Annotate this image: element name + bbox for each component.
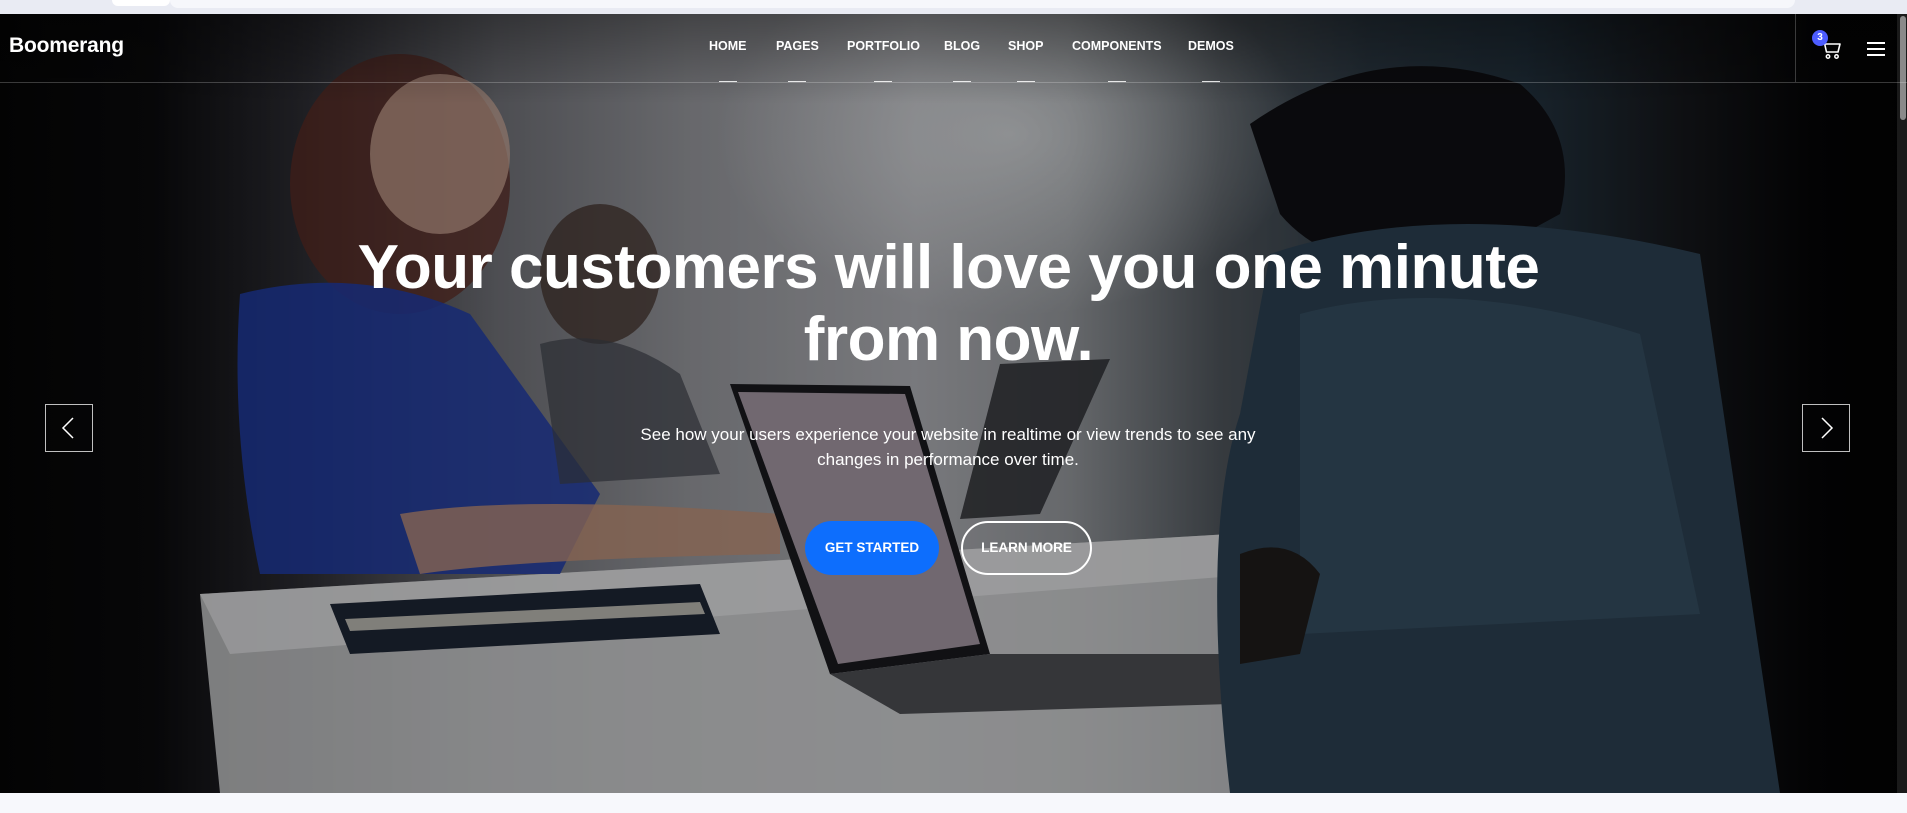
nav-indicator (953, 81, 972, 82)
cart-button[interactable]: 3 (1812, 30, 1842, 60)
slider-next-button[interactable] (1802, 404, 1850, 452)
hamburger-menu-icon (1867, 42, 1885, 56)
nav-label: PAGES (776, 39, 819, 53)
nav-item-portfolio[interactable]: PORTFOLIO (847, 39, 920, 82)
browser-bar (170, 0, 1795, 8)
hero-subtext: See how your users experience your websi… (640, 425, 1256, 469)
learn-more-button[interactable]: LEARN MORE (961, 521, 1092, 575)
hero-headline: Your customers will love you one minute … (357, 233, 1540, 374)
navbar: Boomerang HOME PAGES PORTFOLIO BLOG SHOP (0, 14, 1907, 83)
nav-indicator (718, 81, 737, 82)
nav-item-pages[interactable]: PAGES (776, 39, 819, 82)
nav-label: DEMOS (1188, 39, 1234, 53)
get-started-button[interactable]: GET STARTED (805, 521, 939, 575)
nav-label: HOME (709, 39, 747, 53)
nav-item-demos[interactable]: DEMOS (1188, 39, 1234, 82)
menu-toggle-button[interactable] (1866, 40, 1886, 58)
page-bottom-strip (0, 793, 1907, 813)
nav-item-components[interactable]: COMPONENTS (1072, 39, 1162, 82)
chevron-left-icon (61, 417, 74, 439)
nav-indicator (1016, 81, 1035, 82)
main-nav: HOME PAGES PORTFOLIO BLOG SHOP COMPONENT… (0, 14, 1907, 82)
browser-top-strip (0, 0, 1907, 14)
nav-label: PORTFOLIO (847, 39, 920, 53)
hero-content: Your customers will love you one minute … (0, 14, 1897, 793)
nav-indicator (1107, 81, 1126, 82)
nav-label: SHOP (1008, 39, 1044, 53)
nav-divider (1795, 14, 1796, 82)
nav-item-blog[interactable]: BLOG (944, 39, 981, 82)
browser-tab (112, 0, 170, 6)
nav-indicator (1201, 81, 1220, 82)
nav-label: BLOG (944, 39, 981, 53)
nav-indicator (788, 81, 807, 82)
nav-label: COMPONENTS (1072, 39, 1162, 53)
chevron-right-icon (1821, 417, 1834, 439)
cart-count-badge: 3 (1812, 30, 1828, 46)
nav-indicator (874, 81, 893, 82)
nav-item-home[interactable]: HOME (709, 39, 747, 82)
nav-item-shop[interactable]: SHOP (1008, 39, 1044, 82)
hero-section: Boomerang HOME PAGES PORTFOLIO BLOG SHOP (0, 14, 1907, 793)
scrollbar[interactable] (1897, 14, 1907, 793)
slider-prev-button[interactable] (45, 404, 93, 452)
